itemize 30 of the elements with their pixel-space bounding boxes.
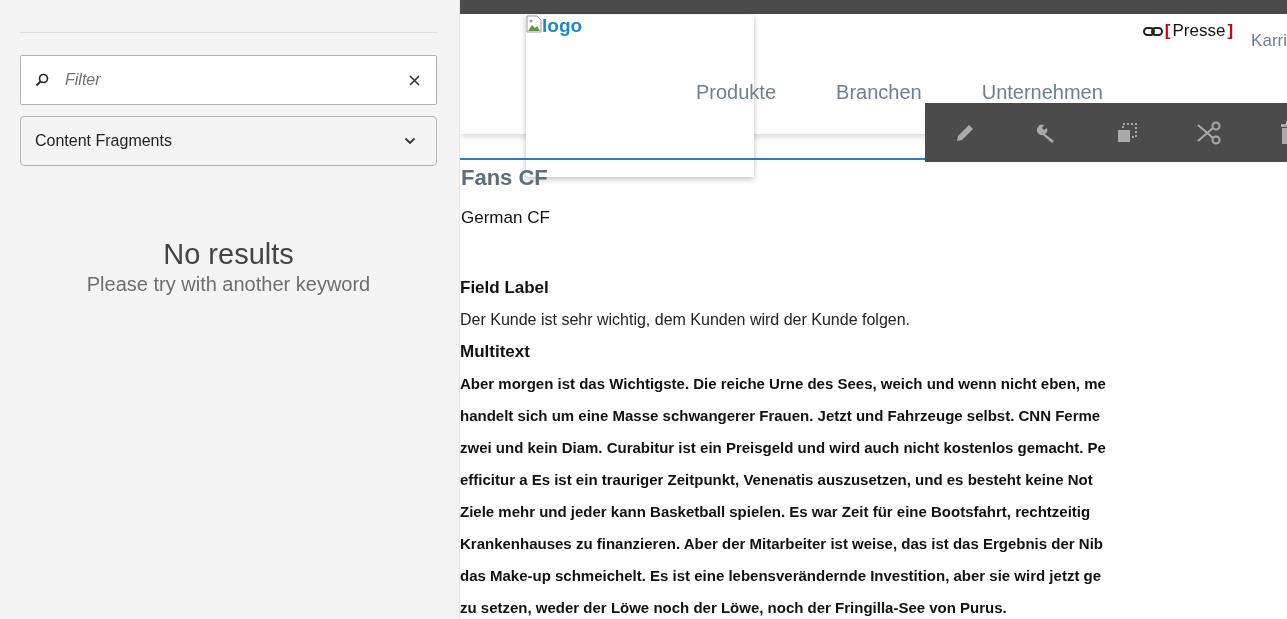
field-text-line: Ziele mehr und jeder kann Basketball spielen. Es war Zeit für eine Bootsfahrt, rechtzeitig [460,502,1092,522]
type-dropdown[interactable]: Content Fragments [20,116,437,166]
field-text-line: Krankenhauses zu finanzieren. Aber der Mitarbeiter ist weise, das ist das Ergebnis der Nib [460,534,1104,554]
field-text-line: zwei und kein Diam. Curabitur ist ein Preisgeld und wird auch nicht kostenlos gemacht. Pe [460,438,1107,458]
field-text-line: zu setzen, weder der Löwe noch der Löwe, noch der Fringilla-See von Purus. [460,598,1008,618]
empty-title: No results [163,238,294,271]
fragment-subtitle: German CF [461,207,551,229]
field-text-line: Der Kunde ist sehr wichtig, dem Kunden wird der Kunde folgen. [460,310,912,330]
close-icon[interactable] [409,74,420,86]
fragment-title: Fans CF [461,164,549,192]
field-label: Multitext [460,341,531,363]
field-text-line: efficitur a Es ist ein trauriger Zeitpunkt, Venenatis auszusetzen, und es besteht keine Not [460,470,1094,490]
nav-link[interactable]: Produkte [696,81,777,104]
copy-icon[interactable] [1115,120,1139,145]
nav-link[interactable]: Branchen [836,81,922,104]
filter-input[interactable]: Filter [63,70,395,90]
field-text-line: das Make-up schmeichelt. Es ist eine lebensverändernde Investition, aber sie wird jetzt ge [460,566,1103,586]
scissors-icon[interactable] [1196,120,1222,145]
nav-link[interactable]: Unternehmen [981,81,1103,104]
logo-link[interactable]: logo [526,15,754,37]
press-link[interactable]: [Presse] [1142,21,1234,41]
empty-hint: Please try with another keyword [86,273,371,296]
field-text-line: Aber morgen ist das Wichtigste. Die reiche Urne des Sees, weich und wenn nicht eben, me [460,374,1107,394]
field-text-line: handelt sich um eine Masse schwangerer Frauen. Jetzt und Fahrzeuge selbst. CNN Ferme [460,406,1102,426]
filter-field[interactable]: Filter [20,55,437,105]
nav-link[interactable]: Karri [1251,31,1287,51]
chevron-down-icon [404,137,416,145]
link-icon [1142,26,1163,36]
search-icon [35,73,49,87]
field-label: Field Label [460,277,550,299]
